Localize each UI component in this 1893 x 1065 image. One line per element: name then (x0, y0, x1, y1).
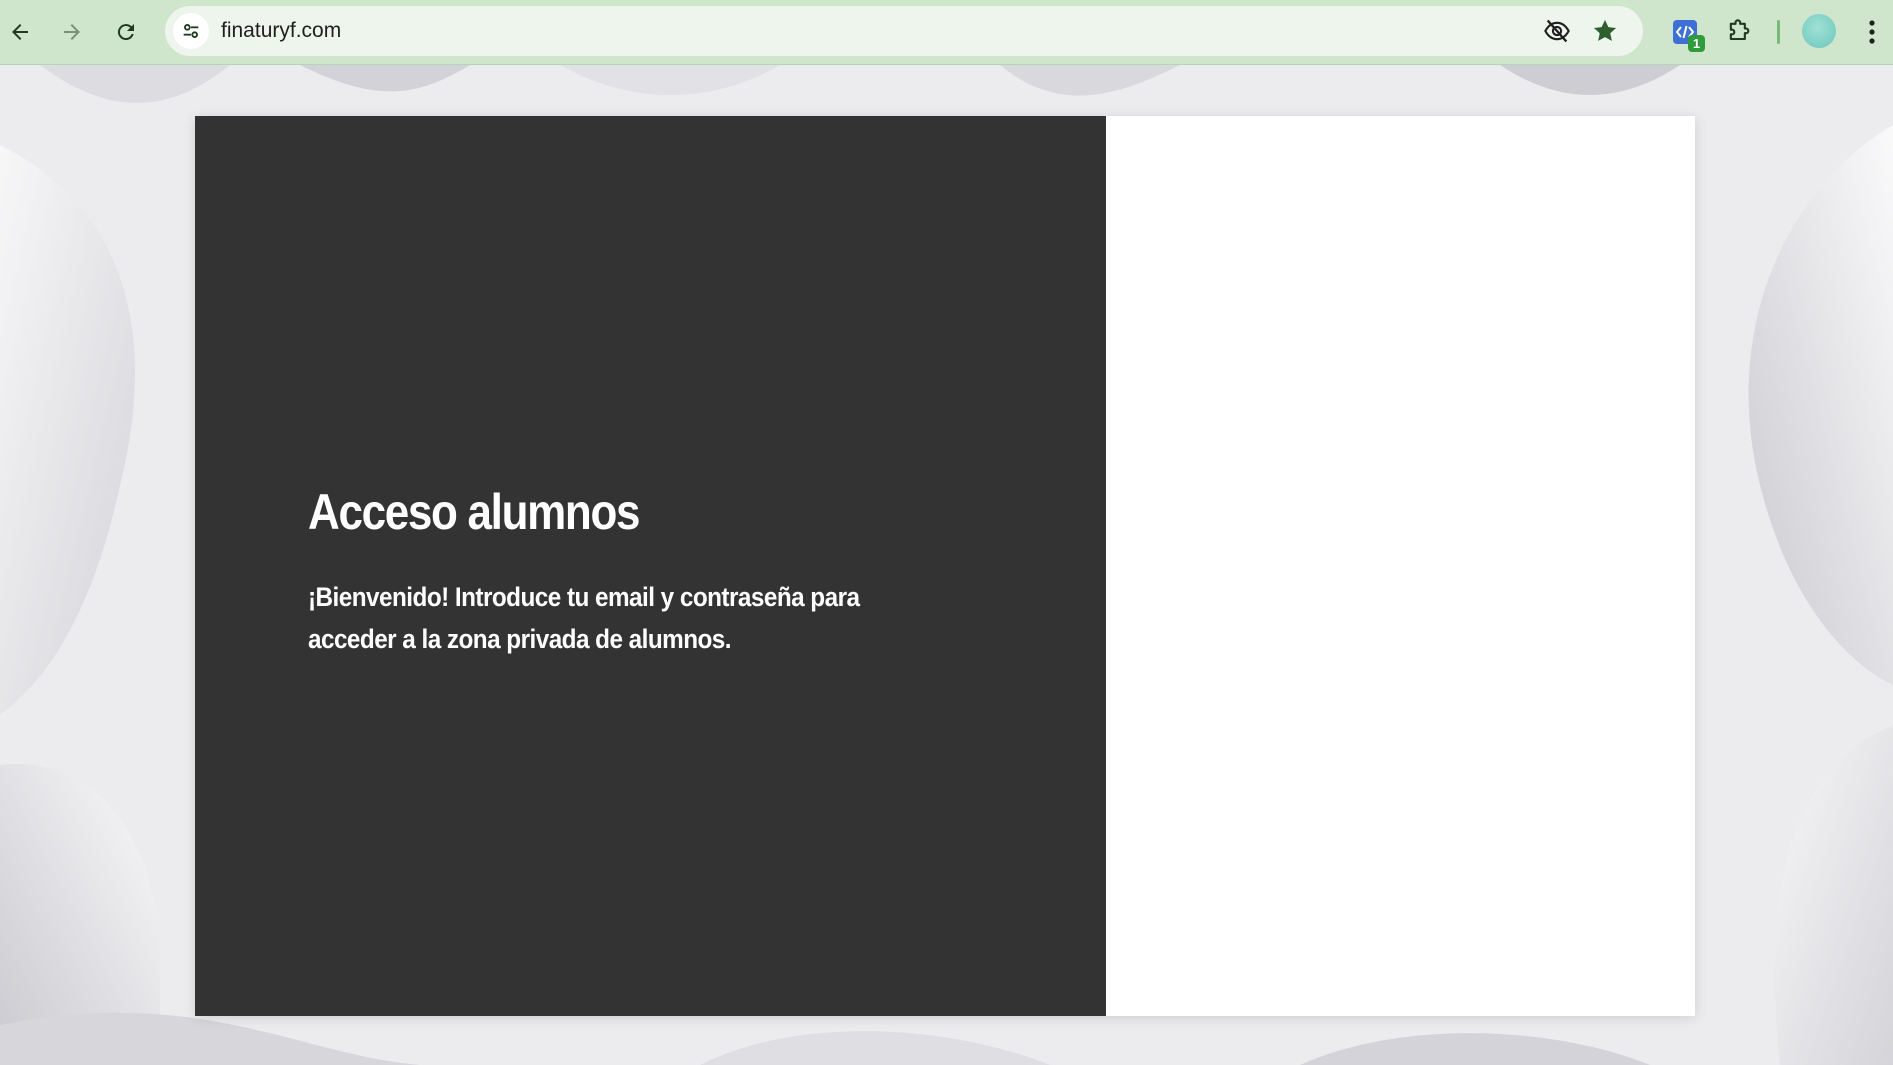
profile-avatar[interactable] (1802, 14, 1836, 48)
kebab-menu-icon (1869, 20, 1875, 44)
intro-panel: Acceso alumnos ¡Bienvenido! Introduce tu… (195, 116, 1106, 1016)
back-button[interactable] (2, 14, 38, 50)
toolbar-divider (1777, 20, 1780, 44)
page-title: Acceso alumnos (308, 484, 641, 540)
browser-menu-button[interactable] (1860, 14, 1884, 50)
bookmark-button[interactable] (1589, 15, 1621, 47)
url-text[interactable]: finaturyf.com (221, 6, 341, 56)
site-info-button[interactable] (173, 13, 209, 49)
extension-button[interactable]: 1 (1667, 14, 1705, 52)
forward-button[interactable] (54, 14, 90, 50)
tracking-protection-button[interactable] (1541, 15, 1573, 47)
login-form-panel (1106, 116, 1695, 1016)
page-viewport: Acceso alumnos ¡Bienvenido! Introduce tu… (0, 65, 1893, 1065)
reload-icon (117, 24, 134, 41)
eye-off-icon (1544, 19, 1570, 43)
address-bar[interactable]: finaturyf.com (165, 6, 1643, 56)
tune-icon (183, 24, 199, 38)
arrow-left-icon (12, 24, 28, 40)
login-card: Acceso alumnos ¡Bienvenido! Introduce tu… (195, 116, 1695, 1016)
extensions-menu-button[interactable] (1721, 14, 1757, 50)
reload-button[interactable] (108, 14, 144, 50)
extension-badge: 1 (1688, 35, 1705, 52)
welcome-message: ¡Bienvenido! Introduce tu email y contra… (308, 582, 860, 654)
arrow-right-icon (64, 24, 80, 40)
browser-toolbar: finaturyf.com 1 (0, 0, 1893, 65)
puzzle-icon (1729, 19, 1750, 41)
star-icon (1593, 19, 1617, 41)
